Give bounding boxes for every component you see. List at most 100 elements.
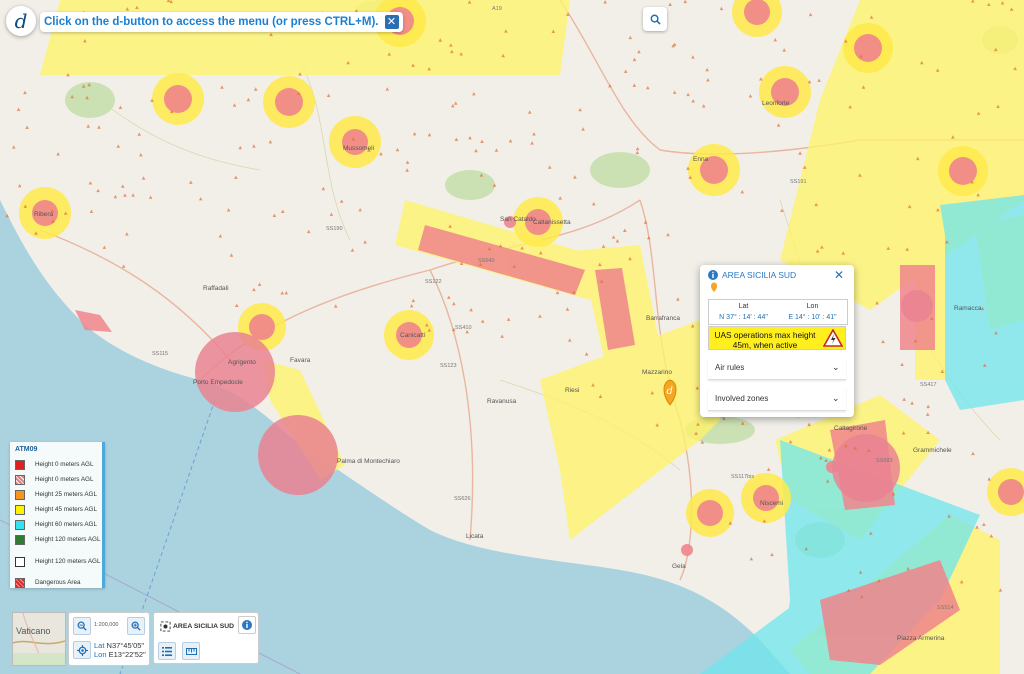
d-menu-button[interactable]: d (6, 6, 36, 36)
road-label: SS122 (425, 279, 442, 285)
chevron-down-icon: ⌄ (832, 362, 840, 372)
map-label: Grammichele (913, 447, 952, 454)
legend-swatch (15, 505, 25, 515)
cursor-coordinates: Lat N37°45'05" Lon E13°22'52" (94, 641, 146, 659)
menu-hint-banner: Click on the d-button to access the menu… (40, 12, 403, 32)
road-label: SS123 (440, 363, 457, 369)
legend-swatch (15, 490, 25, 500)
legend-label: Height 25 meters AGL (35, 491, 97, 498)
lon-value: E 14° : 10' : 41" (788, 314, 837, 321)
legend-swatch (15, 460, 25, 470)
legend-label: Height 120 meters AGL (35, 558, 101, 565)
map-label: San Cataldo (500, 216, 536, 223)
uas-height-text: UAS operations max height 45m, when acti… (714, 330, 816, 350)
air-rules-accordion[interactable]: Air rules ⌄ (708, 357, 846, 380)
minimap-label: Vaticano (16, 626, 51, 636)
road-label: SS117bis (731, 474, 754, 480)
lat-header: Lat (738, 303, 749, 310)
road-label: SS640 (478, 258, 495, 264)
svg-text:d: d (667, 386, 673, 397)
map-label: Raffadali (203, 285, 229, 292)
map-label: Enna (693, 156, 709, 163)
lon-label: Lon (94, 650, 107, 659)
search-icon (650, 14, 661, 25)
lat-value: N 37° : 14' : 44" (719, 314, 768, 321)
road-label: SS115 (152, 351, 168, 357)
area-info-button[interactable] (238, 616, 256, 634)
map-label: Mussomeli (343, 145, 374, 152)
area-info-popup: AREA SICILIA SUD ✕ Lat Lon N 37° : 14' :… (700, 265, 854, 417)
map-label: Agrigento (228, 359, 256, 366)
coordinates-table: Lat Lon N 37° : 14' : 44" E 14° : 10' : … (708, 299, 848, 325)
ruler-button[interactable] (182, 642, 200, 660)
road-label: SS683 (876, 458, 893, 464)
lon-readout: E13°22'52" (108, 650, 146, 659)
legend-title: ATM09 (15, 446, 38, 453)
d-logo-icon: d (14, 9, 28, 33)
legend-label: Height 120 meters AGL (35, 536, 101, 543)
popup-close-button[interactable]: ✕ (834, 268, 844, 282)
location-pin-icon (711, 282, 717, 292)
map-label: Canicattì (400, 332, 426, 339)
map-scale: 1:200,000 (94, 622, 119, 628)
map-label: Riesi (565, 387, 579, 394)
airspace-map[interactable]: Ribera Mussomeli Caltanissetta San Catal… (0, 0, 1024, 674)
legend-label: Height 0 meters AGL (35, 476, 94, 483)
map-label: Leonforte (762, 100, 790, 107)
road-label: SS514 (937, 605, 954, 611)
map-label: Niscemi (760, 500, 783, 507)
area-target-icon[interactable] (160, 621, 171, 632)
legend-swatch (15, 475, 25, 485)
close-hint-button[interactable]: ✕ (384, 15, 399, 29)
area-panel: AREA SICILIA SUD (153, 612, 259, 664)
map-legend: ATM09 Height 0 meters AGL Height 0 meter… (10, 442, 105, 588)
map-label: Palma di Montechiaro (337, 458, 400, 465)
search-button[interactable] (643, 7, 667, 31)
legend-label: Height 45 meters AGL (35, 506, 97, 513)
map-label: Ravanusa (487, 398, 517, 405)
map-label: Caltagirone (834, 425, 868, 432)
zoom-in-icon (131, 621, 141, 631)
legend-swatch (15, 557, 25, 567)
warning-icon (823, 329, 843, 347)
lat-readout: N37°45'05" (106, 641, 145, 650)
list-icon (162, 646, 172, 656)
crosshair-icon (76, 644, 88, 656)
map-label: Ramacca (954, 305, 982, 312)
ruler-icon (185, 647, 197, 655)
legend-label: Dangerous Area (35, 579, 81, 586)
legend-label: Height 60 meters AGL (35, 521, 97, 528)
legend-label: Height 0 meters AGL (35, 461, 94, 468)
info-icon (708, 270, 718, 280)
zoom-panel: 1:200,000 Lat N37°45'05" Lon E13°22'52" (68, 612, 150, 666)
overview-minimap[interactable]: Vaticano (12, 612, 66, 666)
legend-swatch (15, 520, 25, 530)
road-label: SS190 (326, 226, 343, 232)
map-label: Porto Empedocle (193, 379, 243, 386)
map-label: Licata (466, 533, 484, 540)
list-button[interactable] (158, 642, 176, 660)
involved-zones-label: Involved zones (715, 394, 769, 403)
legend-swatch (15, 535, 25, 545)
info-icon (242, 620, 252, 630)
menu-hint-text: Click on the d-button to access the menu… (44, 16, 379, 28)
popup-title: AREA SICILIA SUD (722, 270, 797, 280)
map-label: Favara (290, 357, 311, 364)
road-label: SS417 (920, 382, 937, 388)
area-name: AREA SICILIA SUD (173, 623, 235, 630)
map-label: Mazzarino (642, 369, 672, 376)
locate-button[interactable] (73, 641, 91, 659)
map-label: Gela (672, 563, 686, 570)
air-rules-label: Air rules (715, 363, 745, 372)
uas-height-notice: UAS operations max height 45m, when acti… (708, 326, 846, 350)
map-label: Barrafranca (646, 315, 680, 322)
involved-zones-accordion[interactable]: Involved zones ⌄ (708, 388, 846, 411)
zoom-out-button[interactable] (73, 617, 91, 635)
road-label: SS191 (790, 179, 807, 185)
legend-swatch (15, 578, 25, 588)
road-label: A19 (492, 6, 502, 12)
map-label: Ribera (34, 211, 54, 218)
zoom-in-button[interactable] (127, 617, 145, 635)
map-label: Piazza Armerina (897, 635, 945, 642)
lon-header: Lon (806, 303, 819, 310)
